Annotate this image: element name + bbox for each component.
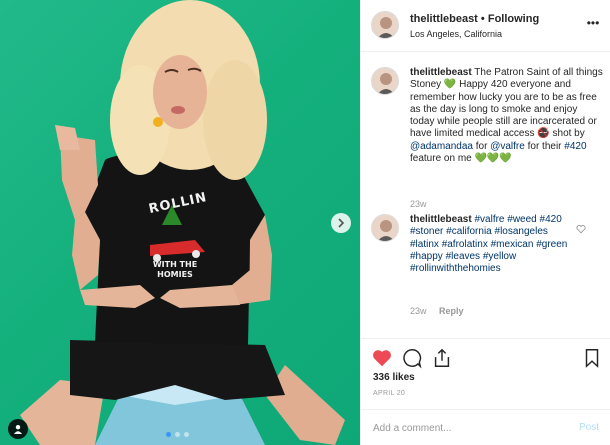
carousel-next-button[interactable]: [331, 213, 351, 233]
avatar-image: [372, 68, 398, 94]
more-options-button[interactable]: •••: [584, 16, 602, 34]
post-date: APRIL 20: [373, 390, 406, 397]
avatar-image: [372, 215, 398, 241]
location-link[interactable]: Los Angeles, California: [410, 29, 502, 39]
comment-composer: Post: [361, 409, 610, 445]
hashtag-link[interactable]: #valfre: [474, 214, 504, 225]
hashtag-link[interactable]: #california: [446, 226, 492, 237]
like-count[interactable]: 336 likes: [373, 372, 415, 383]
carousel-dot-active: [166, 432, 171, 437]
hashtag-link[interactable]: #leaves: [446, 251, 480, 262]
caption-for-their: for their: [527, 140, 562, 152]
author-username[interactable]: thelittlebeast: [410, 13, 478, 25]
post-photo-illustration: [20, 0, 345, 445]
carousel-indicator: [166, 432, 189, 437]
caption-block: thelittlebeast The Patron Saint of all t…: [361, 67, 610, 192]
comment-timestamp: 23w: [410, 306, 427, 316]
hashtag-link[interactable]: #happy: [410, 251, 443, 262]
shirt-line-3: HOMIES: [157, 270, 193, 279]
hashtag-link[interactable]: #latinx: [410, 239, 439, 250]
carousel-dot: [175, 432, 180, 437]
post-sidebar: thelittlebeast • Following Los Angeles, …: [360, 0, 610, 445]
hashtag-link[interactable]: #losangeles: [495, 226, 548, 237]
mention-link[interactable]: @adamandaa: [410, 141, 473, 152]
hashtag-link[interactable]: #afrolatinx: [442, 239, 488, 250]
separator-dot: •: [480, 13, 485, 25]
person-icon: [14, 425, 22, 434]
action-bar: [361, 338, 610, 374]
caption-tail: feature on me 💚💚💚: [410, 153, 512, 165]
share-icon[interactable]: [431, 347, 453, 369]
avatar[interactable]: [371, 11, 399, 39]
avatar[interactable]: [371, 67, 399, 95]
shirt-line-2: WITH THE: [152, 260, 198, 269]
post-comment-button[interactable]: Post: [579, 422, 599, 433]
hashtag-link[interactable]: #yellow: [483, 251, 516, 262]
like-heart-icon[interactable]: [371, 347, 393, 369]
mention-link[interactable]: @valfre: [490, 141, 525, 152]
chevron-right-icon: [338, 218, 345, 228]
hashtag-link[interactable]: #rollinwiththehomies: [410, 263, 501, 274]
post-author-line: thelittlebeast • Following: [410, 13, 539, 25]
shirt-graphic-text-bottom: WITH THE HOMIES: [135, 260, 215, 280]
avatar-image: [372, 12, 398, 38]
post-header: thelittlebeast • Following Los Angeles, …: [361, 0, 610, 52]
caption-timestamp: 23w: [410, 199, 427, 209]
post-image[interactable]: ROLLIN WITH THE HOMIES: [0, 0, 360, 445]
caption-username[interactable]: thelittlebeast: [410, 67, 472, 78]
comment-like-heart-icon[interactable]: [576, 224, 586, 234]
hashtag-link[interactable]: #green: [536, 239, 567, 250]
hashtag-link[interactable]: #420: [540, 214, 562, 225]
reply-button[interactable]: Reply: [439, 306, 464, 316]
comment-bubble-icon[interactable]: [401, 347, 423, 369]
caption-text: thelittlebeast The Patron Saint of all t…: [410, 67, 603, 165]
comment-text: thelittlebeast #valfre #weed #420 #stone…: [410, 214, 570, 275]
hashtag-link[interactable]: #420: [564, 141, 586, 152]
tagged-people-button[interactable]: [8, 419, 28, 439]
hashtag-link[interactable]: #weed: [507, 214, 536, 225]
comment-meta: 23w Reply: [410, 306, 464, 316]
bookmark-icon[interactable]: [581, 347, 603, 369]
carousel-dot: [184, 432, 189, 437]
hashtag-link[interactable]: #stoner: [410, 226, 443, 237]
hashtag-link[interactable]: #mexican: [491, 239, 534, 250]
comment-input[interactable]: [373, 419, 563, 437]
comment-username[interactable]: thelittlebeast: [410, 214, 472, 225]
caption-for: for: [475, 140, 488, 152]
comment-item: thelittlebeast #valfre #weed #420 #stone…: [361, 214, 610, 299]
avatar[interactable]: [371, 214, 399, 242]
following-button[interactable]: Following: [488, 13, 539, 25]
more-icon: •••: [586, 16, 600, 30]
